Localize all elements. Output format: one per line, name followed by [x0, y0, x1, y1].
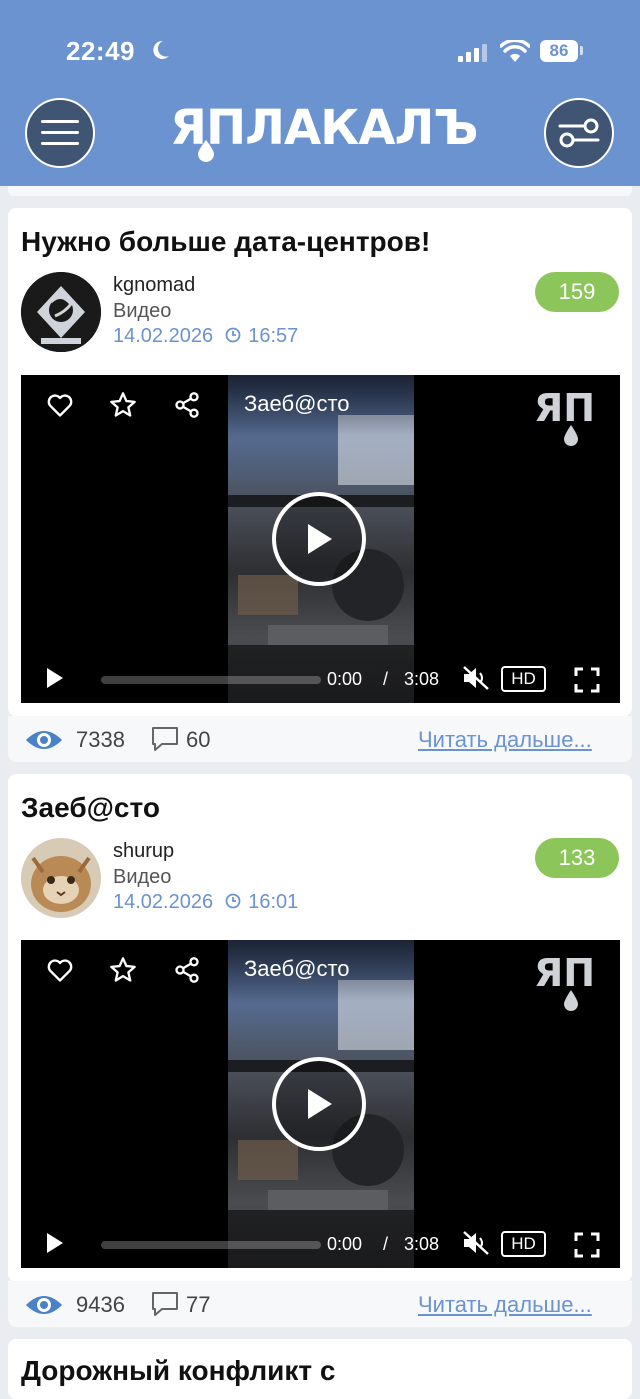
post-title[interactable]: Заеб@сто	[21, 792, 160, 824]
post-stats-bar: 7338 60 Читать дальше...	[8, 716, 632, 762]
read-more-link[interactable]: Читать дальше...	[418, 727, 592, 753]
post-date: 14.02.2026	[113, 891, 214, 913]
battery-indicator: 86	[540, 40, 578, 62]
video-current-time: 0:00	[327, 669, 363, 689]
post-date: 14.02.2026	[113, 325, 214, 347]
video-time-separator: /	[383, 669, 389, 689]
rating-badge[interactable]: 159	[535, 272, 619, 312]
play-icon	[308, 524, 332, 554]
wifi-icon	[500, 40, 530, 62]
eye-icon	[26, 731, 62, 749]
cat-avatar-image	[21, 838, 101, 918]
comment-count[interactable]: 77	[186, 1292, 210, 1318]
heart-icon[interactable]	[46, 956, 74, 984]
play-control-icon[interactable]	[45, 667, 65, 689]
comment-icon[interactable]	[150, 725, 180, 753]
author-name[interactable]: shurup	[113, 840, 174, 863]
video-time-separator: /	[383, 1234, 389, 1254]
video-current-time: 0:00	[327, 1234, 363, 1254]
post-card: Нужно больше дата-центров! kgnomad Видео…	[8, 208, 632, 716]
filter-button[interactable]	[544, 98, 614, 168]
mute-icon[interactable]	[462, 1230, 490, 1256]
play-control-icon[interactable]	[45, 1232, 65, 1254]
fullscreen-icon[interactable]	[574, 667, 600, 693]
site-logo[interactable]: ЯПЛАКАЛЪ	[170, 96, 478, 166]
eye-icon	[26, 1296, 62, 1314]
share-icon[interactable]	[173, 956, 201, 984]
fullscreen-icon[interactable]	[574, 1232, 600, 1258]
hamburger-menu-icon	[41, 120, 79, 145]
star-icon[interactable]	[109, 956, 137, 984]
app-header: 22:49 86 ЯПЛАКАЛЪ	[0, 0, 640, 186]
hd-button[interactable]: HD	[501, 666, 546, 692]
logo-drop-icon	[198, 140, 214, 162]
status-time: 22:49	[66, 36, 135, 66]
video-progress-bar[interactable]	[101, 676, 321, 684]
comment-count[interactable]: 60	[186, 727, 210, 753]
post-title[interactable]: Дорожный конфликт с	[21, 1355, 335, 1387]
mute-icon[interactable]	[462, 665, 490, 691]
read-more-link[interactable]: Читать дальше...	[418, 1292, 592, 1318]
heart-icon[interactable]	[46, 391, 74, 419]
logo-text: ЯПЛАКАЛЪ	[170, 100, 478, 156]
video-player[interactable]: Заеб@сто ЯП 0:00 / 3:08 HD	[21, 375, 620, 703]
menu-button[interactable]	[25, 98, 95, 168]
previous-post-footer	[8, 186, 632, 196]
post-card: Дорожный конфликт с	[8, 1339, 632, 1399]
cellular-signal-icon	[458, 44, 487, 62]
video-title: Заеб@сто	[244, 391, 350, 416]
view-count: 7338	[76, 727, 125, 752]
avatar[interactable]	[21, 838, 101, 918]
view-count: 9436	[76, 1292, 125, 1317]
rating-badge[interactable]: 133	[535, 838, 619, 878]
video-progress-bar[interactable]	[101, 1241, 321, 1249]
clock-icon	[225, 327, 241, 343]
post-card: Заеб@сто shurup Видео 14.02.2026 16:01 1…	[8, 774, 632, 1282]
play-button[interactable]	[272, 492, 366, 586]
post-stats-bar: 9436 77 Читать дальше...	[8, 1281, 632, 1327]
status-bar: 22:49 86	[0, 0, 640, 100]
dragon-avatar-image	[21, 272, 101, 352]
sliders-icon	[558, 118, 600, 148]
post-category[interactable]: Видео	[113, 866, 171, 889]
share-icon[interactable]	[173, 391, 201, 419]
video-duration: 3:08	[404, 1234, 440, 1254]
comment-icon[interactable]	[150, 1290, 180, 1318]
post-time: 16:57	[248, 325, 299, 347]
hd-button[interactable]: HD	[501, 1231, 546, 1257]
star-icon[interactable]	[109, 391, 137, 419]
moon-icon	[153, 40, 169, 59]
author-name[interactable]: kgnomad	[113, 274, 195, 297]
svg-text:ЯП: ЯП	[534, 387, 595, 430]
battery-tip	[580, 46, 583, 55]
post-title[interactable]: Нужно больше дата-центров!	[21, 226, 430, 258]
play-button[interactable]	[272, 1057, 366, 1151]
svg-text:ЯП: ЯП	[534, 952, 595, 995]
yp-watermark-logo: ЯП	[534, 387, 595, 446]
post-category[interactable]: Видео	[113, 300, 171, 323]
video-duration: 3:08	[404, 669, 440, 689]
post-datetime: 14.02.2026 16:01	[113, 891, 298, 914]
video-player[interactable]: Заеб@сто ЯП 0:00 / 3:08 HD	[21, 940, 620, 1268]
post-datetime: 14.02.2026 16:57	[113, 325, 298, 348]
video-title: Заеб@сто	[244, 956, 350, 981]
avatar[interactable]	[21, 272, 101, 352]
post-time: 16:01	[248, 891, 299, 913]
yp-watermark-logo: ЯП	[534, 952, 595, 1011]
clock-icon	[225, 893, 241, 909]
play-icon	[308, 1089, 332, 1119]
